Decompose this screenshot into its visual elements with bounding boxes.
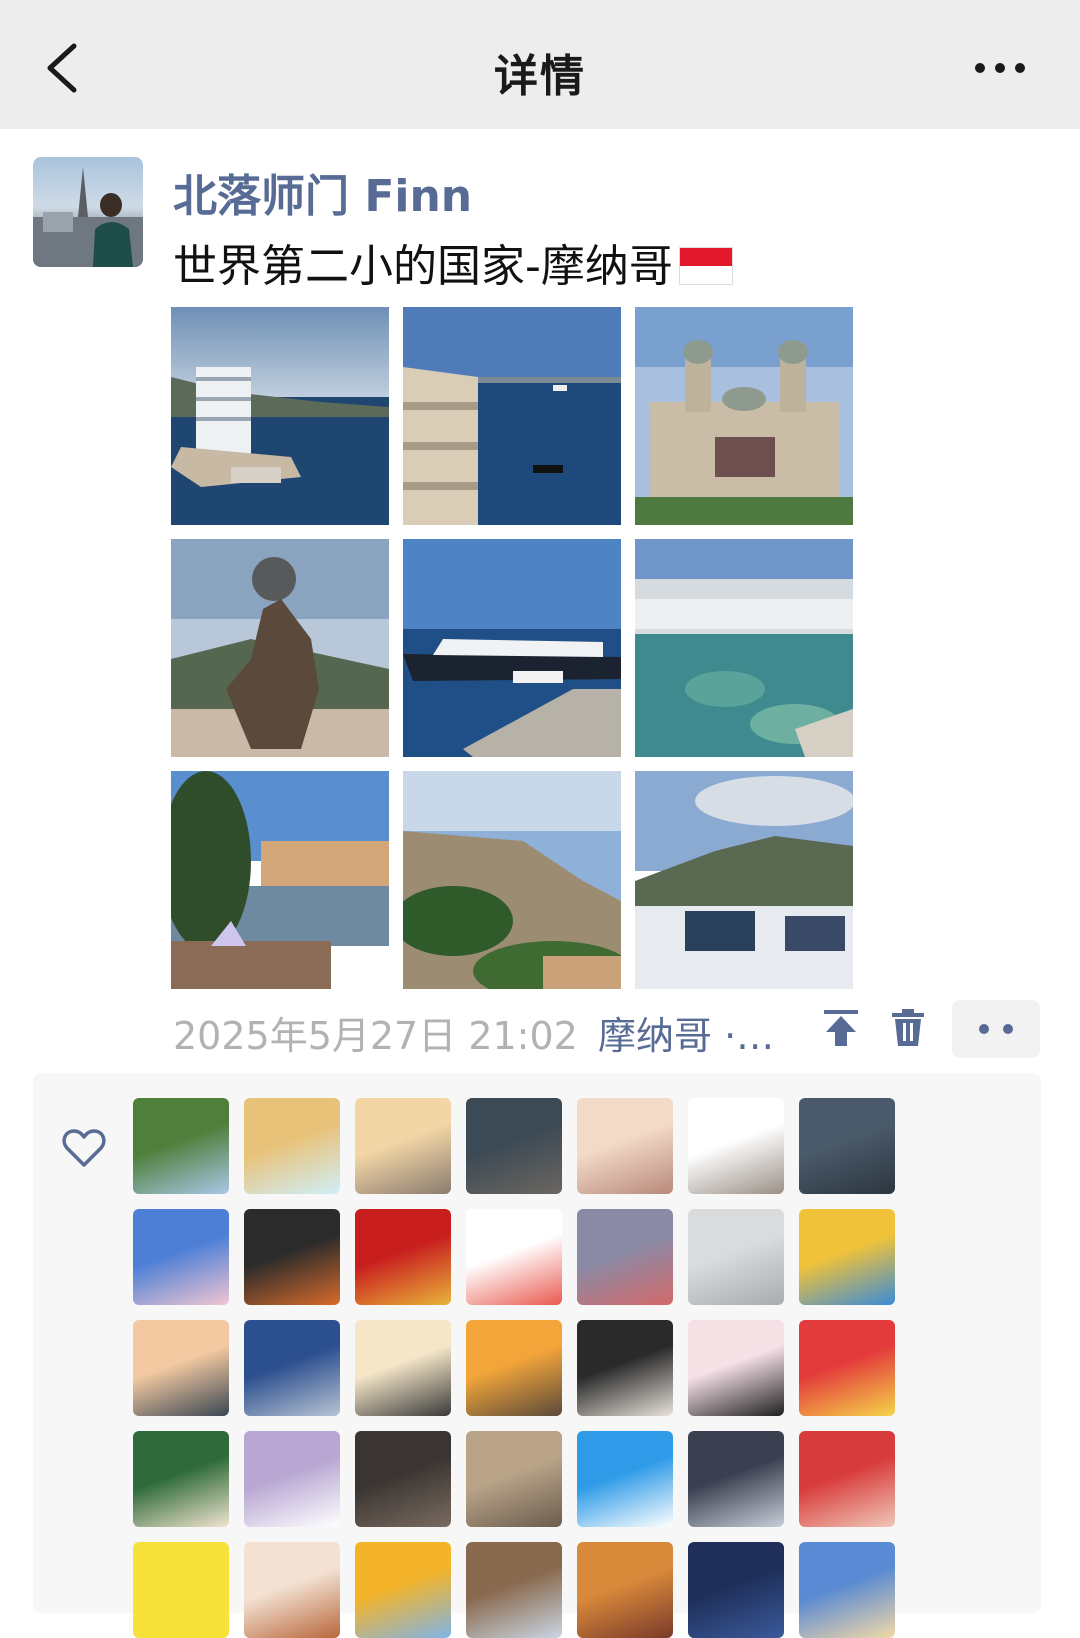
liker-avatar-lady[interactable] (577, 1209, 673, 1305)
liker-avatar-baby[interactable] (577, 1098, 673, 1194)
liker-avatar-basketball[interactable] (244, 1209, 340, 1305)
liker-avatar-icecream[interactable] (355, 1098, 451, 1194)
liker-avatar-anime-girl[interactable] (355, 1320, 451, 1416)
liker-avatar-blue-sketch[interactable] (577, 1431, 673, 1527)
photo-casino[interactable] (635, 307, 853, 525)
heart-icon (62, 1129, 106, 1167)
liker-avatar-cat-cartoon[interactable] (688, 1098, 784, 1194)
photo-port-view[interactable] (171, 771, 389, 989)
post-timestamp: 2025年5月27日 21:02 (173, 1014, 578, 1058)
liker-avatar-night-sky[interactable] (688, 1542, 784, 1638)
liker-avatar-food[interactable] (133, 1431, 229, 1527)
liker-avatar-red-badge[interactable] (355, 1209, 451, 1305)
liker-avatar-sunflower[interactable] (355, 1542, 451, 1638)
liker-avatar-sunset[interactable] (466, 1320, 562, 1416)
post-text: 世界第二小的国家-摩纳哥 (173, 230, 733, 294)
post-text-content: 世界第二小的国家-摩纳哥 (173, 241, 673, 292)
more-actions-button[interactable] (952, 1000, 1040, 1058)
liker-avatar-beach-girl[interactable] (133, 1320, 229, 1416)
liker-avatar-powerpuff[interactable] (799, 1209, 895, 1305)
photo-cruise-ship[interactable] (403, 539, 621, 757)
author-avatar[interactable] (33, 157, 143, 267)
liker-avatar-football[interactable] (244, 1320, 340, 1416)
liker-avatar-dark-cat[interactable] (355, 1431, 451, 1527)
liker-avatar-foggy[interactable] (688, 1209, 784, 1305)
liker-avatar-horizon[interactable] (799, 1542, 895, 1638)
liker-avatar-mountains[interactable] (133, 1098, 229, 1194)
liker-avatar-tabby[interactable] (466, 1431, 562, 1527)
liker-avatar-bow-girl[interactable] (688, 1320, 784, 1416)
pin-top-icon[interactable] (822, 1008, 860, 1048)
author-name[interactable]: 北落师门 Finn (173, 160, 472, 224)
photo-hand-sculpture[interactable] (171, 539, 389, 757)
liker-avatar-man[interactable] (799, 1098, 895, 1194)
liker-avatar-bear[interactable] (244, 1098, 340, 1194)
liker-avatar-red-glasses[interactable] (799, 1431, 895, 1527)
nav-bar: 详情 (0, 0, 1080, 129)
photo-sea-balcony[interactable] (403, 307, 621, 525)
liker-avatar-silhouette[interactable] (688, 1431, 784, 1527)
liker-avatar-arale[interactable] (799, 1320, 895, 1416)
trash-icon[interactable] (890, 1008, 926, 1048)
more-dots-icon (979, 1024, 1013, 1034)
photo-harbor-building[interactable] (171, 307, 389, 525)
liker-avatar-pikachu[interactable] (133, 1542, 229, 1638)
liker-avatar-lilac-girl[interactable] (244, 1431, 340, 1527)
liker-avatar-cliff[interactable] (466, 1542, 562, 1638)
monaco-flag-icon (678, 247, 733, 285)
liker-avatar-autumn[interactable] (577, 1542, 673, 1638)
liker-avatar-cat-photo[interactable] (577, 1320, 673, 1416)
more-dots-icon[interactable] (972, 56, 1028, 80)
photo-boats-hills[interactable] (635, 771, 853, 989)
liker-avatar-pig[interactable] (133, 1209, 229, 1305)
photo-marina-clear-water[interactable] (635, 539, 853, 757)
photo-rock-cliff[interactable] (403, 771, 621, 989)
liker-avatar-dark-room[interactable] (466, 1098, 562, 1194)
liker-avatar-girl-cartoon[interactable] (466, 1209, 562, 1305)
post-location[interactable]: 摩纳哥 ·… (598, 1005, 774, 1060)
liker-avatar-chibi[interactable] (244, 1542, 340, 1638)
page-title: 详情 (494, 51, 586, 102)
